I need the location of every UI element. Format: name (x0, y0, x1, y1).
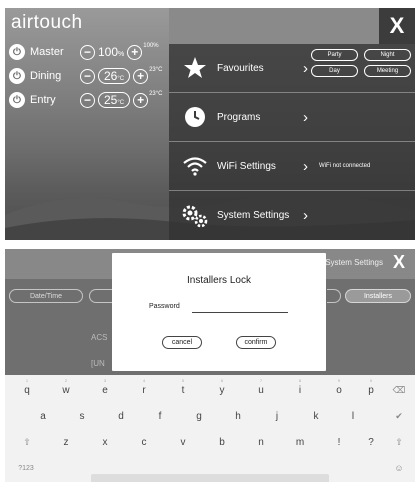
emoji-icon[interactable]: ☺ (385, 457, 413, 479)
zone-name: Entry (30, 94, 56, 106)
side-menu-topbar: X (169, 8, 415, 44)
chevron-right-icon: › (303, 157, 308, 175)
key-c[interactable]: c (130, 431, 158, 453)
clock-icon (179, 106, 211, 128)
cancel-button[interactable]: cancel (162, 336, 202, 349)
menu-item-wifi-settings[interactable]: WiFi Settings › WiFi not connected (169, 142, 415, 191)
key-m[interactable]: m (286, 431, 314, 453)
key-v[interactable]: v (169, 431, 197, 453)
password-label: Password (149, 303, 180, 310)
menu-item-label: Favourites (217, 62, 264, 74)
favourite-party-button[interactable]: Party (311, 49, 358, 61)
chevron-right-icon: › (303, 108, 308, 126)
zone-row-entry: ⏻ Entry − 25°C + 23°C (9, 90, 163, 110)
key-u[interactable]: 7u (247, 378, 275, 401)
key-w[interactable]: 2w (52, 378, 80, 401)
key-e[interactable]: 3e (91, 378, 119, 401)
zone-max-label: 100% (143, 43, 159, 49)
symbols-key[interactable]: ?123 (11, 457, 41, 479)
airtouch-logo: airtouch (11, 12, 83, 34)
zone-value: 100% (98, 45, 125, 59)
confirm-button[interactable]: confirm (236, 336, 276, 349)
space-bar[interactable] (91, 474, 329, 482)
key-exclamation[interactable]: ! (325, 431, 353, 453)
key-n[interactable]: n (247, 431, 275, 453)
tab-installers[interactable]: Installers (345, 289, 411, 303)
system-settings-title: System Settings (325, 258, 383, 267)
wifi-status-text: WiFi not connected (319, 163, 371, 169)
favourite-night-button[interactable]: Night (364, 49, 411, 61)
tab-hidden-left[interactable] (89, 289, 113, 303)
key-o[interactable]: 9o (325, 378, 353, 401)
menu-item-label: Programs (217, 111, 261, 123)
menu-item-system-settings[interactable]: System Settings › (169, 191, 415, 240)
key-k[interactable]: k (302, 405, 330, 427)
key-f[interactable]: f (146, 405, 174, 427)
favourite-meeting-button[interactable]: Meeting (364, 65, 411, 77)
zone-value: 25°C (98, 92, 131, 108)
key-l[interactable]: l (339, 405, 367, 427)
key-x[interactable]: x (91, 431, 119, 453)
chevron-right-icon: › (303, 207, 308, 224)
plus-button[interactable]: + (133, 92, 149, 108)
key-p[interactable]: 0p (357, 378, 385, 401)
key-b[interactable]: b (208, 431, 236, 453)
key-h[interactable]: h (224, 405, 252, 427)
power-icon[interactable]: ⏻ (9, 68, 25, 84)
plus-button[interactable]: + (127, 44, 143, 60)
gears-icon (179, 204, 211, 228)
zone-max-label: 23°C (149, 67, 163, 73)
faded-label: ACS (91, 333, 108, 342)
close-button[interactable]: X (393, 252, 405, 273)
power-icon[interactable]: ⏻ (9, 44, 25, 60)
favourite-day-button[interactable]: Day (311, 65, 358, 77)
key-z[interactable]: z (52, 431, 80, 453)
airtouch-home-screen: airtouch ⏻ Master − 100% + 100% ⏻ Dining… (5, 8, 415, 240)
key-y[interactable]: 6y (208, 378, 236, 401)
key-j[interactable]: j (263, 405, 291, 427)
on-screen-keyboard: 1q 2w 3e 4r 5t 6y 7u 8i 9o 0p ⌫ a s d f … (5, 375, 415, 482)
logo-text: airtouch (11, 12, 83, 33)
minus-button[interactable]: − (80, 68, 95, 84)
minus-button[interactable]: − (80, 44, 95, 60)
tab-date-time[interactable]: Date/Time (9, 289, 83, 303)
close-button[interactable]: X (379, 8, 415, 44)
tab-hidden-right[interactable] (327, 289, 341, 303)
enter-check-icon[interactable]: ✔ (385, 405, 413, 427)
zone-row-dining: ⏻ Dining − 26°C + 23°C (9, 66, 163, 86)
backspace-icon[interactable]: ⌫ (385, 379, 413, 401)
zone-row-master: ⏻ Master − 100% + 100% (9, 42, 159, 62)
zone-name: Master (30, 46, 64, 58)
shift-icon[interactable]: ⇧ (13, 431, 41, 453)
menu-item-programs[interactable]: Programs › (169, 93, 415, 142)
key-g[interactable]: g (185, 405, 213, 427)
zone-max-label: 23°C (149, 91, 163, 97)
power-icon[interactable]: ⏻ (9, 92, 25, 108)
password-input[interactable] (192, 303, 288, 313)
key-question[interactable]: ? (357, 431, 385, 453)
menu-item-label: WiFi Settings (217, 160, 276, 172)
installers-lock-screen: ✲ System Settings X Date/Time Installers… (5, 249, 415, 482)
menu-item-label: System Settings (217, 210, 290, 221)
key-i[interactable]: 8i (286, 378, 314, 401)
wifi-icon (179, 156, 211, 176)
favourites-grid: Party Night Day Meeting (311, 49, 411, 77)
key-t[interactable]: 5t (169, 378, 197, 401)
dialog-title: Installers Lock (187, 275, 251, 286)
key-q[interactable]: 1q (13, 378, 41, 401)
key-r[interactable]: 4r (130, 378, 158, 401)
zone-name: Dining (30, 70, 62, 82)
key-d[interactable]: d (107, 405, 135, 427)
star-icon (179, 56, 211, 80)
installers-lock-dialog: Installers Lock Password cancel confirm (112, 253, 326, 371)
plus-button[interactable]: + (133, 68, 149, 84)
faded-label: [UN (91, 359, 105, 368)
key-a[interactable]: a (29, 405, 57, 427)
minus-button[interactable]: − (80, 92, 95, 108)
key-s[interactable]: s (68, 405, 96, 427)
shift-right-icon[interactable]: ⇧ (385, 431, 413, 453)
zone-value: 26°C (98, 68, 131, 84)
